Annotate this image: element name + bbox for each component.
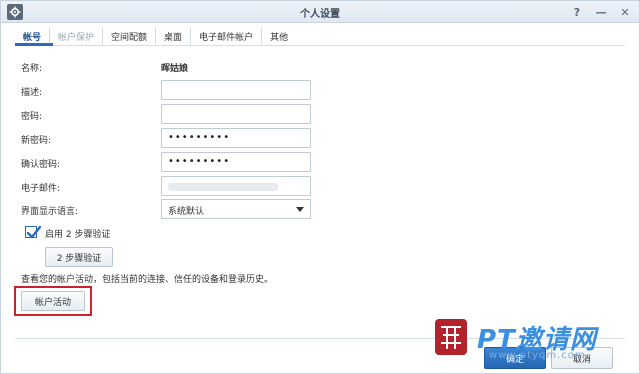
name-label: 名称:	[21, 64, 43, 74]
tab-email-accounts[interactable]: 电子邮件帐户	[191, 27, 263, 45]
new-password-label: 新密码:	[21, 136, 52, 146]
tab-divider	[15, 45, 625, 46]
email-field[interactable]	[161, 176, 311, 196]
active-tab-indicator	[15, 43, 53, 46]
description-field[interactable]	[161, 80, 311, 100]
window-title: 个人设置	[300, 9, 340, 20]
highlight-box	[14, 286, 92, 316]
email-value-redacted	[168, 183, 278, 191]
help-icon[interactable]: ?	[569, 4, 585, 20]
two-step-checkbox-label: 启用 2 步骤验证	[45, 230, 111, 240]
description-label: 描述:	[21, 88, 43, 98]
watermark: PT邀请网 www.ptyqm.com	[433, 317, 639, 361]
language-label: 界面显示语言:	[21, 207, 79, 217]
tab-quota[interactable]: 空间配额	[103, 27, 157, 45]
tab-other[interactable]: 其他	[262, 27, 296, 45]
language-select[interactable]: 系统默认	[161, 199, 311, 219]
two-step-button[interactable]: 2 步骤验证	[45, 247, 113, 267]
tab-bar: 帐号 帐户保护 空间配额 桌面 电子邮件帐户 其他	[15, 27, 296, 45]
minimize-icon[interactable]: —	[593, 4, 609, 20]
watermark-url: www.ptyqm.com	[489, 350, 586, 361]
language-value: 系统默认	[168, 207, 205, 217]
title-bar: 个人设置 ? — ✕	[1, 1, 639, 23]
checkmark-icon	[26, 225, 41, 239]
new-password-field[interactable]: •••••••••	[161, 128, 311, 148]
new-password-value: •••••••••	[168, 132, 231, 143]
two-step-checkbox[interactable]	[25, 225, 41, 239]
settings-window: 个人设置 ? — ✕ 帐号 帐户保护 空间配额 桌面 电子邮件帐户 其他 名称:…	[0, 0, 640, 374]
tab-account-protection[interactable]: 帐户保护	[50, 27, 104, 45]
confirm-password-field[interactable]: •••••••••	[161, 152, 311, 172]
email-label: 电子邮件:	[21, 184, 61, 194]
activity-note: 查看您的帐户活动，包括当前的连接、信任的设备和登录历史。	[21, 275, 274, 285]
confirm-password-value: •••••••••	[168, 156, 231, 167]
password-label: 密码:	[21, 112, 43, 122]
name-value: 晖姑娘	[161, 64, 189, 74]
password-field[interactable]	[161, 104, 311, 124]
chevron-down-icon	[296, 207, 304, 212]
close-icon[interactable]: ✕	[617, 4, 633, 20]
seal-logo-icon	[435, 319, 467, 355]
tab-desktop[interactable]: 桌面	[156, 27, 192, 45]
confirm-password-label: 确认密码:	[21, 160, 61, 170]
